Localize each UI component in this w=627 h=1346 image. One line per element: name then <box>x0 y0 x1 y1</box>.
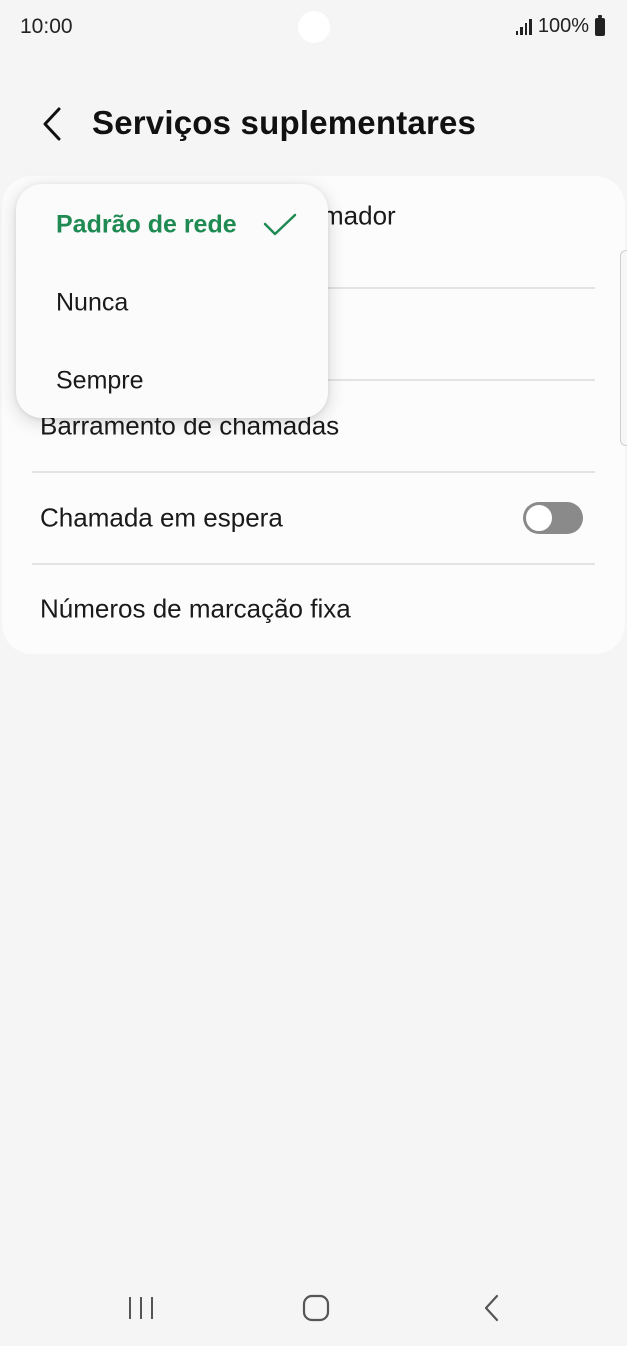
recents-button[interactable] <box>111 1284 171 1332</box>
option-never[interactable]: Nunca <box>16 264 328 342</box>
navigation-bar <box>0 1270 627 1346</box>
option-label: Sempre <box>56 366 144 395</box>
status-bar: 10:00 100% <box>0 0 627 56</box>
option-always[interactable]: Sempre <box>16 342 328 420</box>
home-button[interactable] <box>286 1284 346 1332</box>
back-arrow-icon <box>43 107 61 141</box>
fixed-dialing-row[interactable]: Números de marcação fixa <box>2 564 625 654</box>
option-label: Padrão de rede <box>56 210 237 239</box>
scroll-indicator[interactable] <box>620 250 627 446</box>
checkmark-icon <box>263 213 297 236</box>
call-waiting-row[interactable]: Chamada em espera <box>2 472 625 564</box>
recents-icon <box>129 1297 153 1319</box>
back-icon <box>484 1294 499 1322</box>
status-indicators: 100% <box>515 14 605 38</box>
call-waiting-toggle[interactable] <box>523 502 583 534</box>
option-label: Nunca <box>56 288 129 317</box>
toggle-knob <box>524 503 554 533</box>
status-time: 10:00 <box>20 15 73 38</box>
home-icon <box>302 1294 330 1322</box>
battery-icon <box>595 14 605 36</box>
call-waiting-label: Chamada em espera <box>40 502 283 533</box>
fixed-dialing-label: Números de marcação fixa <box>40 593 351 624</box>
app-header: Serviços suplementares <box>0 88 627 160</box>
page-title: Serviços suplementares <box>92 104 477 141</box>
caller-id-dropdown: Padrão de rede Nunca Sempre <box>16 184 328 418</box>
option-network-default[interactable]: Padrão de rede <box>16 186 328 264</box>
back-button[interactable] <box>28 98 76 150</box>
caller-id-label: mador <box>322 200 396 231</box>
battery-percentage: 100% <box>537 15 589 37</box>
nav-back-button[interactable] <box>462 1284 522 1332</box>
signal-icon <box>515 18 532 35</box>
camera-cutout <box>298 11 330 43</box>
